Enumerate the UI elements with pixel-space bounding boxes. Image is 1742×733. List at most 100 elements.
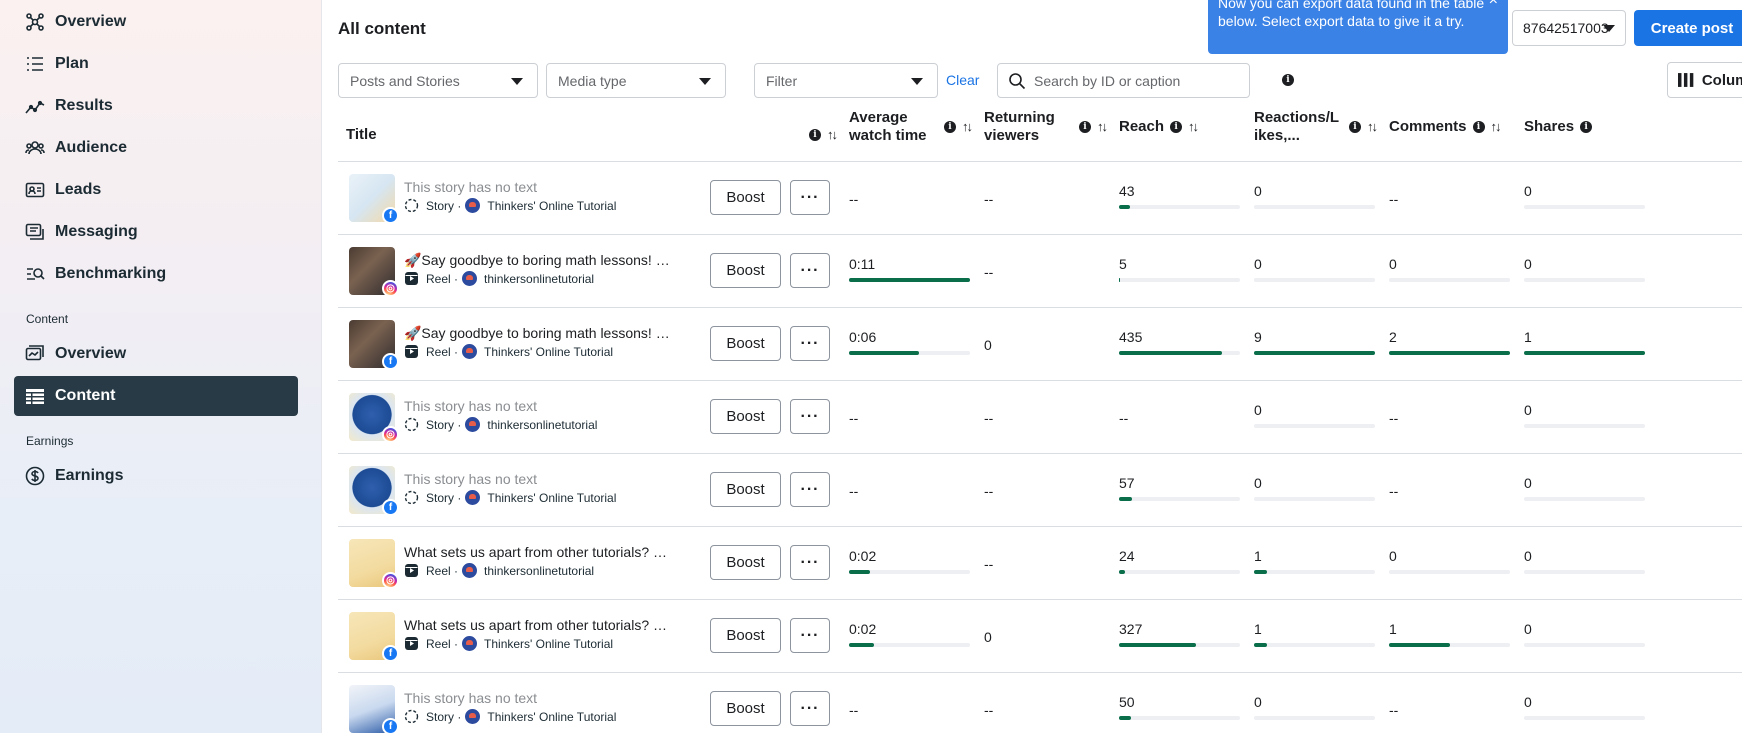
- header-title-controls[interactable]: i ↑↓: [803, 126, 838, 144]
- metric-bar: [1524, 570, 1645, 574]
- nav-item-plan[interactable]: Plan: [14, 44, 298, 84]
- nav-item-leads[interactable]: Leads: [14, 170, 298, 210]
- header-avg-watch-controls[interactable]: i ↑↓: [938, 118, 973, 136]
- post-caption[interactable]: 🚀Say goodbye to boring math lessons! Wat…: [404, 252, 672, 269]
- header-reactions-controls[interactable]: i ↑↓: [1343, 118, 1378, 136]
- reactions-cell: 0: [1254, 256, 1262, 272]
- header-returning-controls[interactable]: i ↑↓: [1073, 118, 1108, 136]
- post-type: Reel: [426, 563, 451, 578]
- header-title[interactable]: Title: [346, 126, 377, 144]
- header-returning-viewers[interactable]: Returning viewers: [984, 109, 1070, 145]
- boost-button[interactable]: Boost: [710, 618, 781, 653]
- sort-icon[interactable]: ↑↓: [962, 118, 973, 136]
- table-row[interactable]: ◎ What sets us apart from other tutorials…: [338, 527, 1742, 600]
- clear-filters-link[interactable]: Clear: [946, 72, 979, 88]
- info-icon[interactable]: i: [1170, 121, 1183, 133]
- post-caption[interactable]: This story has no text: [404, 690, 672, 706]
- nav-item-benchmarking[interactable]: Benchmarking: [14, 254, 298, 294]
- filter-dropdown[interactable]: Filter: [754, 63, 938, 98]
- nav-item-audience[interactable]: Audience: [14, 128, 298, 168]
- reach-cell: 327: [1119, 621, 1143, 637]
- reel-icon: [404, 344, 419, 359]
- chevron-down-icon: [511, 78, 523, 85]
- reel-icon: [404, 636, 419, 651]
- nav-item-content[interactable]: Content: [14, 376, 298, 416]
- close-icon[interactable]: ×: [1489, 0, 1498, 10]
- more-options-button[interactable]: ···: [790, 691, 830, 726]
- media-type-dropdown[interactable]: Media type: [546, 63, 726, 98]
- table-row[interactable]: ◎ This story has no text Story · thinkerson…: [338, 381, 1742, 454]
- metric-bar: [1254, 643, 1375, 647]
- info-icon[interactable]: i: [1580, 121, 1593, 133]
- sort-icon[interactable]: ↑↓: [1188, 118, 1199, 136]
- nav-item-results[interactable]: Results: [14, 86, 298, 126]
- post-caption[interactable]: What sets us apart from other tutorials?…: [404, 544, 672, 560]
- trend-icon: [24, 95, 46, 117]
- table-row[interactable]: f What sets us apart from other tutorials…: [338, 600, 1742, 673]
- nav-item-overview[interactable]: Overview: [14, 2, 298, 42]
- boost-button[interactable]: Boost: [710, 691, 781, 726]
- nav-item-messaging[interactable]: Messaging: [14, 212, 298, 252]
- account-avatar: [465, 417, 481, 432]
- post-meta: Story · Thinkers' Online Tutorial: [404, 709, 616, 724]
- table-row[interactable]: f This story has no text Story · Thinkers' …: [338, 673, 1742, 733]
- more-options-button[interactable]: ···: [790, 326, 830, 361]
- post-caption[interactable]: This story has no text: [404, 398, 672, 414]
- more-options-button[interactable]: ···: [790, 545, 830, 580]
- shares-cell: 0: [1524, 475, 1532, 491]
- boost-button[interactable]: Boost: [710, 399, 781, 434]
- info-icon[interactable]: i: [944, 121, 956, 133]
- metric-bar-fill: [1119, 351, 1222, 355]
- sort-icon[interactable]: ↑↓: [827, 126, 838, 144]
- header-avg-watch-time[interactable]: Average watch time: [849, 109, 945, 145]
- search-input[interactable]: Search by ID or caption: [997, 63, 1250, 98]
- post-meta: Reel · Thinkers' Online Tutorial: [404, 636, 613, 651]
- table-row[interactable]: f This story has no text Story · Thinkers' …: [338, 162, 1742, 235]
- metric-bar: [849, 278, 970, 282]
- boost-button[interactable]: Boost: [710, 253, 781, 288]
- post-caption[interactable]: This story has no text: [404, 179, 672, 195]
- boost-button[interactable]: Boost: [710, 326, 781, 361]
- columns-button[interactable]: Columns: [1667, 62, 1742, 98]
- table-row[interactable]: f 🚀Say goodbye to boring math lessons! Wa…: [338, 308, 1742, 381]
- info-icon[interactable]: i: [1472, 121, 1485, 133]
- header-reach[interactable]: Reach i ↑↓: [1119, 118, 1199, 136]
- account-name: thinkersonlinetutorial: [484, 563, 595, 578]
- info-icon[interactable]: i: [1349, 121, 1361, 133]
- header-shares[interactable]: Shares i: [1524, 118, 1593, 136]
- header-reactions[interactable]: Reactions/Likes,...: [1254, 109, 1342, 145]
- metric-bar: [1119, 205, 1240, 209]
- info-icon[interactable]: i: [809, 129, 821, 141]
- sort-icon[interactable]: ↑↓: [1367, 118, 1378, 136]
- more-options-button[interactable]: ···: [790, 472, 830, 507]
- boost-button[interactable]: Boost: [710, 545, 781, 580]
- create-post-button[interactable]: Create post: [1634, 10, 1742, 46]
- metric-bar: [1254, 351, 1375, 355]
- info-icon[interactable]: i: [1079, 121, 1091, 133]
- post-meta: Story · thinkersonlinetutorial: [404, 417, 597, 432]
- table-row[interactable]: f This story has no text Story · Thinkers' …: [338, 454, 1742, 527]
- more-options-button[interactable]: ···: [790, 253, 830, 288]
- metric-bar-fill: [1119, 205, 1130, 209]
- more-options-button[interactable]: ···: [790, 180, 830, 215]
- sort-icon[interactable]: ↑↓: [1491, 118, 1502, 136]
- posts-stories-dropdown[interactable]: Posts and Stories: [338, 63, 538, 98]
- post-caption[interactable]: 🚀Say goodbye to boring math lessons! Wat…: [404, 325, 672, 342]
- header-comments[interactable]: Comments i ↑↓: [1389, 118, 1502, 136]
- info-icon[interactable]: i: [1282, 74, 1294, 86]
- post-caption[interactable]: What sets us apart from other tutorials?…: [404, 617, 672, 633]
- boost-button[interactable]: Boost: [710, 180, 781, 215]
- nav-item-earnings[interactable]: Earnings: [14, 456, 298, 496]
- account-select[interactable]: 87642517003: [1512, 10, 1626, 46]
- more-options-button[interactable]: ···: [790, 618, 830, 653]
- post-type: Reel: [426, 271, 451, 286]
- boost-button[interactable]: Boost: [710, 472, 781, 507]
- more-options-button[interactable]: ···: [790, 399, 830, 434]
- story-icon: [404, 490, 419, 505]
- post-caption[interactable]: This story has no text: [404, 471, 672, 487]
- sort-icon[interactable]: ↑↓: [1097, 118, 1108, 136]
- table-row[interactable]: ◎ 🚀Say goodbye to boring math lessons! Wa…: [338, 235, 1742, 308]
- nav-item-content-overview[interactable]: Overview: [14, 334, 298, 374]
- header-label: Reactions/Likes,...: [1254, 109, 1340, 144]
- account-avatar: [462, 271, 478, 286]
